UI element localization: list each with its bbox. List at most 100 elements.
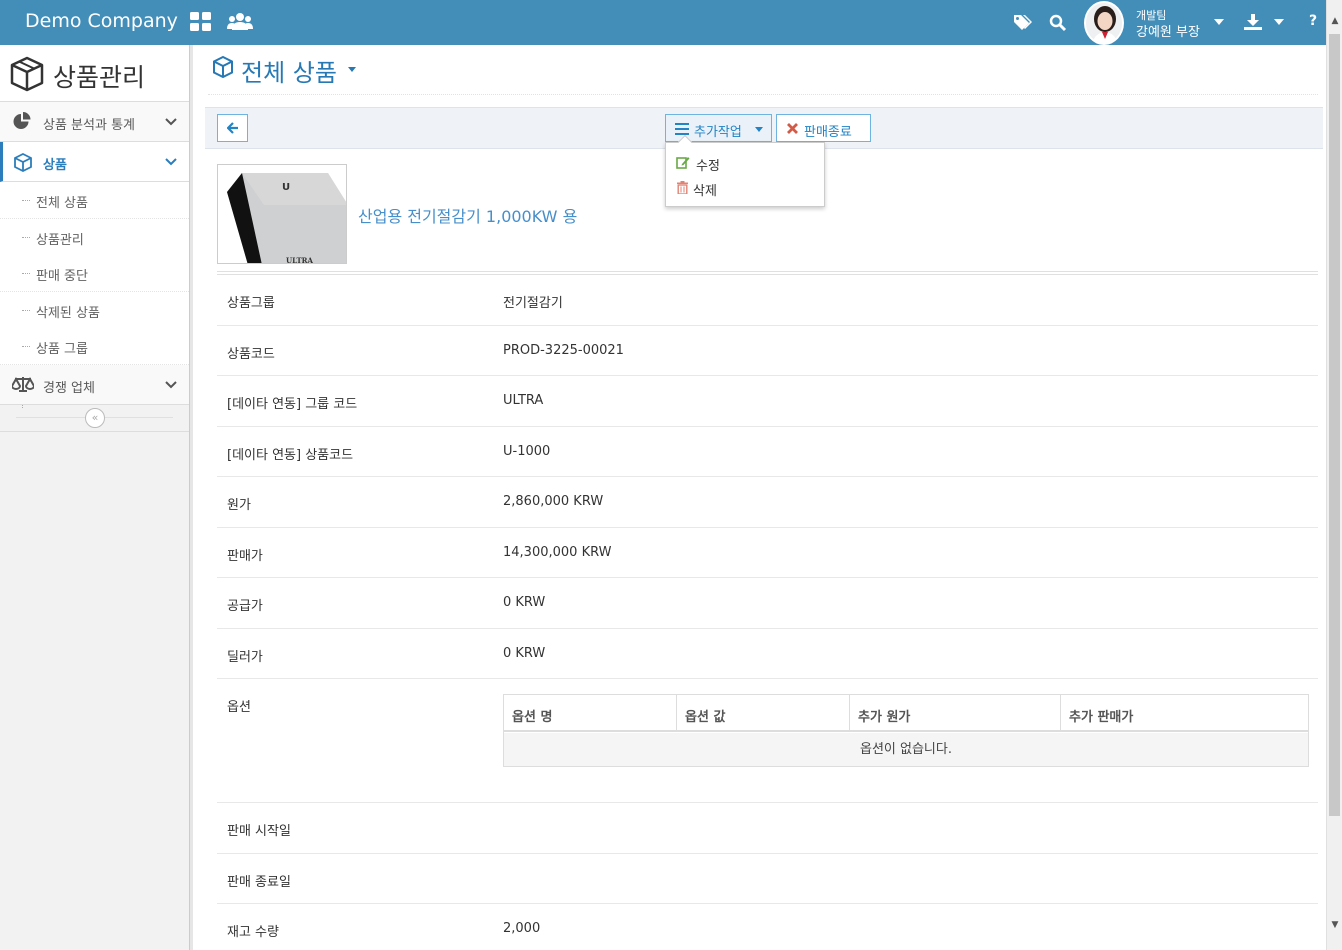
balance-scale-icon [10,375,36,397]
sidebar-subitem-label: 상품관리 [36,233,84,248]
users-icon[interactable] [227,12,253,36]
detail-value: 14,300,000 KRW [503,545,612,560]
options-empty-message: 옵션이 없습니다. [504,733,1308,766]
sidebar-subitem-label: 상품 그룹 [36,342,88,357]
caret-down-icon[interactable] [1274,19,1284,25]
caret-down-icon [755,127,763,132]
scroll-up-icon[interactable]: ▲ [1330,16,1340,26]
trash-icon [677,181,688,198]
edit-icon [676,156,690,173]
page-scrollbar[interactable]: ▲ ▼ [1326,0,1342,950]
detail-label: 옵션 [227,700,251,715]
detail-label: 판매 종료일 [227,875,291,890]
dropdown-item-label: 수정 [696,159,720,174]
search-icon[interactable] [1049,14,1067,36]
product-name[interactable]: 산업용 전기절감기 1,000KW 용 [358,203,577,227]
pie-chart-icon [12,112,32,134]
detail-value: 0 KRW [503,646,546,661]
double-chevron-left-icon[interactable]: « [85,408,105,428]
back-button[interactable] [217,114,248,142]
detail-label: 원가 [227,498,251,513]
sidebar-collapse: « [0,405,189,432]
cube-icon [13,152,33,176]
chevron-down-icon [165,115,177,130]
sidebar-header: 상품관리 [0,45,189,102]
product-thumb-logo: U [282,182,291,193]
sidebar-item-competitors[interactable]: 경쟁 업체 [0,365,189,405]
close-icon [787,123,798,138]
column-header[interactable]: 추가 원가 [850,695,1061,732]
dropdown-item-label: 삭제 [693,184,717,199]
more-actions-dropdown: 수정 삭제 [665,134,825,207]
scroll-thumb[interactable] [1329,34,1340,816]
end-sale-label: 판매종료 [804,125,852,140]
detail-value: PROD-3225-00021 [503,343,624,358]
cube-icon [211,55,235,83]
detail-row-product-code: 상품코드 PROD-3225-00021 [217,326,1318,376]
sidebar-subitem-label: 삭제된 상품 [36,306,100,321]
detail-label: [데이타 연동] 상품코드 [227,448,354,463]
product-thumbnail[interactable]: U ULTRA [217,164,347,264]
sidebar-edge [190,45,193,950]
cube-icon [10,56,44,96]
detail-row-price: 판매가 14,300,000 KRW [217,528,1318,578]
options-table-header: 옵션 명 옵션 값 추가 원가 추가 판매가 [504,695,1308,732]
sidebar-subitem-groups[interactable]: 상품 그룹 [0,328,189,365]
detail-row-supply-price: 공급가 0 KRW [217,578,1318,629]
sidebar-subitem-product-manage[interactable]: 상품관리 [0,219,189,256]
detail-value: 0 KRW [503,595,546,610]
sidebar-item-stats[interactable]: 상품 분석과 통계 [0,102,189,142]
sidebar-item-label: 상품 [43,158,67,173]
sidebar-title: 상품관리 [53,63,146,92]
top-navbar: Demo Company 개발팀 강예원 부장 ? [0,0,1326,45]
detail-value: U-1000 [503,444,551,459]
sidebar-subitem-deleted[interactable]: 삭제된 상품 [0,292,189,329]
caret-down-icon[interactable] [348,67,356,72]
user-name: 강예원 부장 [1136,25,1200,40]
help-icon[interactable]: ? [1309,13,1317,29]
detail-label: 딜러가 [227,650,263,665]
apps-grid-icon[interactable] [190,12,212,36]
more-actions-label: 추가작업 [694,125,742,140]
detail-value: ULTRA [503,393,544,408]
sidebar: 상품관리 상품 분석과 통계 상품 전체 상품 상품관리 판매 중단 삭제된 상… [0,45,190,950]
detail-label: 판매 시작일 [227,824,291,839]
sidebar-subitem-label: 전체 상품 [36,196,88,211]
column-header[interactable]: 옵션 값 [677,695,850,732]
options-table: 옵션 명 옵션 값 추가 원가 추가 판매가 옵션이 없습니다. [503,694,1309,767]
sidebar-item-products[interactable]: 상품 [0,142,189,182]
sidebar-item-label: 경쟁 업체 [43,381,95,396]
column-header[interactable]: 추가 판매가 [1061,695,1308,732]
detail-row-cost: 원가 2,860,000 KRW [217,477,1318,528]
detail-value: 전기절감기 [503,296,563,311]
sidebar-item-label: 상품 분석과 통계 [43,118,135,133]
detail-row-sync-product-code: [데이타 연동] 상품코드 U-1000 [217,427,1318,477]
avatar [1084,1,1124,45]
detail-label: 상품코드 [227,347,275,362]
scroll-down-icon[interactable]: ▼ [1330,920,1340,930]
arrow-left-icon [226,122,239,138]
tags-icon[interactable] [1013,14,1033,34]
company-brand[interactable]: Demo Company [25,10,178,32]
sidebar-subitem-all-products[interactable]: 전체 상품 [0,182,189,219]
download-icon[interactable] [1244,14,1262,34]
caret-down-icon [1214,19,1224,25]
page-title[interactable]: 전체 상품 [241,53,337,88]
detail-value: 2,860,000 KRW [503,494,604,509]
end-sale-button[interactable]: 판매종료 [776,114,871,142]
sidebar-subitem-discontinued[interactable]: 판매 중단 [0,255,189,292]
detail-label: 판매가 [227,549,263,564]
detail-row-product-group: 상품그룹 전기절감기 [217,275,1318,326]
detail-row-group-code: [데이타 연동] 그룹 코드 ULTRA [217,376,1318,427]
detail-label: 상품그룹 [227,296,275,311]
detail-value: 2,000 [503,921,541,936]
page-header: 전체 상품 [208,45,1318,95]
detail-label: [데이타 연동] 그룹 코드 [227,397,358,412]
detail-label: 재고 수량 [227,925,279,940]
chevron-down-icon [165,155,177,170]
sidebar-subitem-label: 판매 중단 [36,269,88,284]
chevron-down-icon [165,378,177,393]
detail-row-dealer-price: 딜러가 0 KRW [217,629,1318,679]
column-header[interactable]: 옵션 명 [504,695,677,732]
detail-row-sale-end: 판매 종료일 [217,854,1318,904]
